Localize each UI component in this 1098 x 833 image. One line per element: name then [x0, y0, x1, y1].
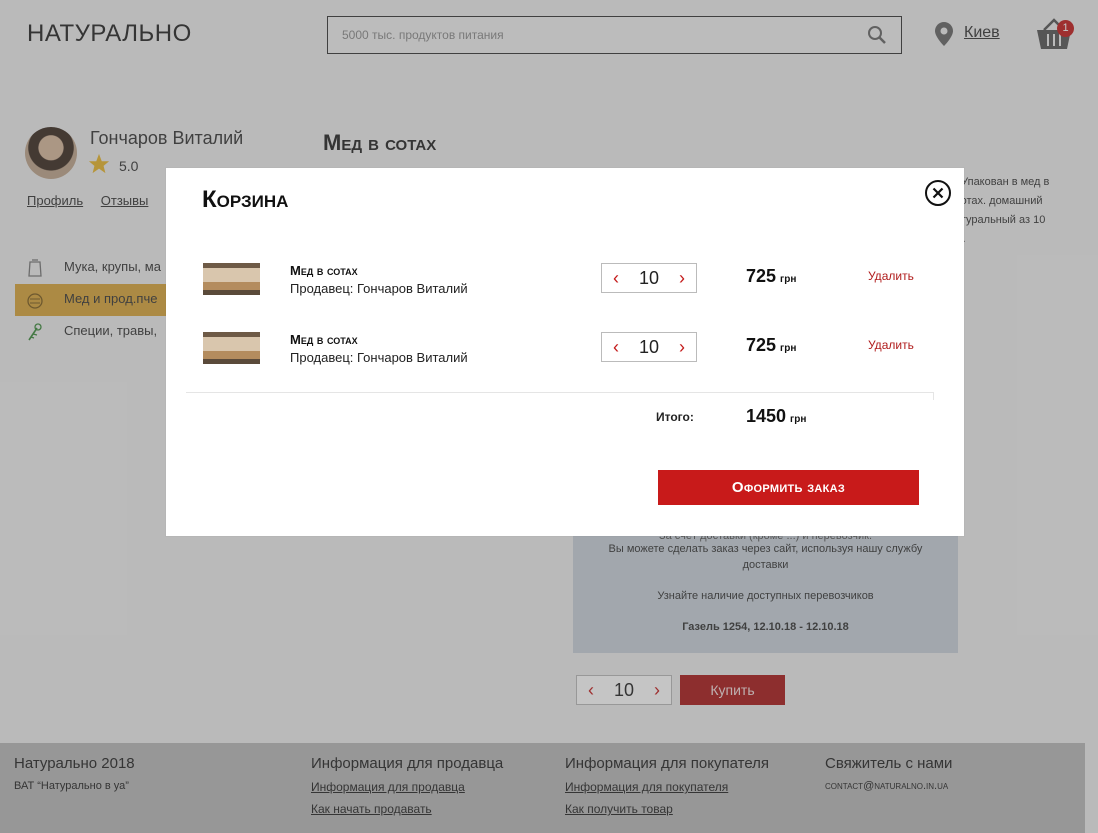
price-value: 725 — [746, 335, 777, 355]
increase-button[interactable]: › — [670, 333, 694, 361]
cart-item-seller: Продавец: Гончаров Виталий — [290, 281, 468, 296]
currency-label: грн — [780, 274, 797, 285]
cart-item-name: Мед в сотах — [290, 332, 358, 347]
modal-title: Корзина — [202, 186, 289, 213]
product-thumbnail — [203, 263, 260, 295]
divider — [933, 392, 934, 400]
close-icon[interactable] — [924, 179, 952, 207]
decrease-button[interactable]: ‹ — [604, 333, 628, 361]
total-value: 1450 грн — [746, 406, 806, 427]
cart-modal: Корзина Мед в сотах Продавец: Гончаров В… — [166, 168, 964, 536]
checkout-button[interactable]: Оформить заказ — [658, 470, 919, 505]
cart-item-seller: Продавец: Гончаров Виталий — [290, 350, 468, 365]
decrease-button[interactable]: ‹ — [604, 264, 628, 292]
cart-item-price: 725 грн — [746, 335, 796, 356]
increase-button[interactable]: › — [670, 264, 694, 292]
total-label: Итого: — [656, 410, 694, 424]
cart-item-name: Мед в сотах — [290, 263, 358, 278]
product-thumbnail — [203, 332, 260, 364]
quantity-value[interactable]: 10 — [626, 264, 672, 292]
divider — [186, 392, 934, 393]
remove-button[interactable]: Удалить — [868, 338, 914, 352]
remove-button[interactable]: Удалить — [868, 269, 914, 283]
total-amount: 1450 — [746, 406, 787, 426]
cart-item: Мед в сотах Продавец: Гончаров Виталий ‹… — [166, 332, 964, 382]
cart-item: Мед в сотах Продавец: Гончаров Виталий ‹… — [166, 263, 964, 313]
quantity-value[interactable]: 10 — [626, 333, 672, 361]
currency-label: грн — [790, 414, 807, 425]
currency-label: грн — [780, 343, 797, 354]
cart-item-price: 725 грн — [746, 266, 796, 287]
price-value: 725 — [746, 266, 777, 286]
quantity-stepper: ‹ 10 › — [601, 332, 697, 362]
quantity-stepper: ‹ 10 › — [601, 263, 697, 293]
